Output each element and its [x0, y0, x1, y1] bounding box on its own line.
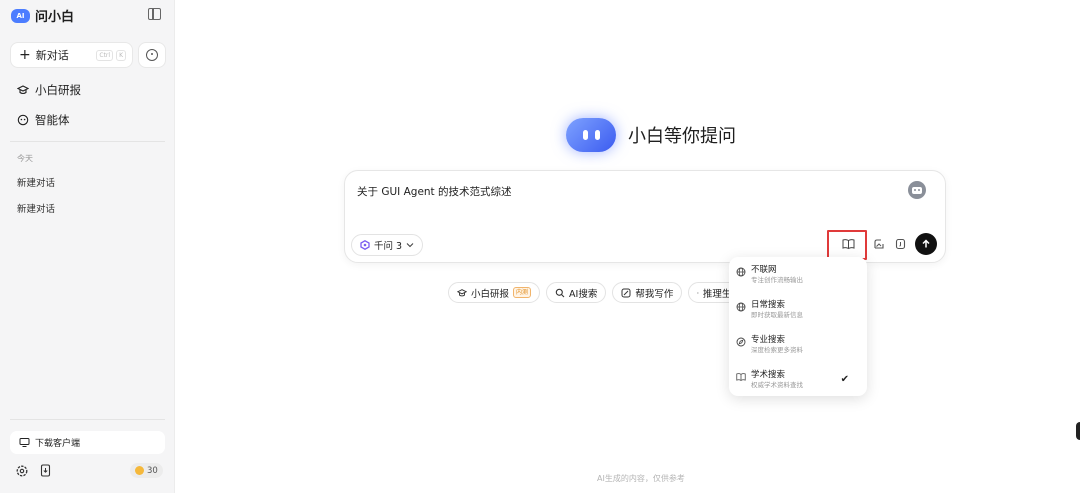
menu-item-pro-search[interactable]: 专业搜索 深度检索更多资料 [735, 334, 861, 364]
clock-icon [146, 49, 158, 61]
shortcut-hint: Ctrl K [96, 49, 126, 61]
menu-item-offline[interactable]: 不联网 专注创作流畅输出 [735, 264, 861, 294]
hero: 小白等你提问 [566, 118, 736, 152]
new-chat-label: 新对话 [35, 49, 69, 62]
sidebar-item-agents[interactable]: 智能体 [17, 112, 70, 128]
download-label: 下载客户端 [35, 439, 81, 449]
logo-icon: AI [11, 8, 30, 23]
coin-icon [135, 466, 144, 475]
menu-item-desc: 专注创作流畅输出 [751, 276, 803, 284]
agent-icon [17, 114, 29, 126]
hero-title: 小白等你提问 [628, 126, 736, 147]
collapse-sidebar-icon[interactable] [148, 8, 161, 20]
shortcut-key: Ctrl [96, 49, 114, 61]
pen-icon [621, 288, 631, 297]
history-item[interactable]: 新建对话 [17, 201, 55, 215]
sidebar-item-label: 小白研报 [35, 83, 81, 97]
menu-item-academic-search[interactable]: 学术搜索 权威学术资料查找 ✔ [735, 369, 861, 399]
divider [10, 419, 165, 420]
robot-icon [912, 186, 922, 194]
book-icon [736, 373, 746, 381]
search-icon [555, 288, 565, 297]
app-logo[interactable]: AI 问小白 [11, 6, 74, 25]
menu-item-desc: 权威学术资料查找 [751, 381, 803, 389]
history-button[interactable] [138, 42, 166, 68]
plus-icon: + [19, 47, 31, 63]
attach-file-button[interactable] [891, 235, 909, 253]
mortarboard-icon [457, 288, 467, 296]
download-client-button[interactable]: 下载客户端 [10, 431, 165, 454]
menu-item-title: 学术搜索 [751, 370, 786, 380]
compass-icon [736, 337, 746, 347]
history-item[interactable]: 新建对话 [17, 175, 55, 189]
book-icon [842, 239, 854, 250]
send-button[interactable] [915, 233, 937, 255]
disclaimer: AI生成的内容，仅供参考 [597, 474, 685, 483]
menu-item-desc: 深度检索更多资料 [751, 346, 803, 354]
chip-label: 帮我写作 [635, 288, 674, 300]
image-icon [874, 239, 884, 249]
sidebar-item-research[interactable]: 小白研报 [17, 82, 81, 98]
agent-avatar-button[interactable] [908, 181, 926, 199]
divider [10, 141, 165, 142]
image-upload-button[interactable] [870, 235, 888, 253]
sidebar: AI 问小白 + 新对话 Ctrl K 小白研报 智能体 今天 新建对话 新建对… [0, 0, 175, 493]
menu-item-daily-search[interactable]: 日常搜索 即时获取最新信息 [735, 299, 861, 329]
chevron-down-icon [406, 243, 414, 248]
model-selector[interactable]: 千问 3 [351, 234, 424, 256]
menu-item-desc: 即时获取最新信息 [751, 311, 803, 319]
app-name: 问小白 [35, 10, 75, 25]
search-mode-menu: 不联网 专注创作流畅输出 日常搜索 即时获取最新信息 专业搜索 深度检索更多资料… [729, 257, 867, 396]
sidebar-item-label: 智能体 [35, 113, 70, 127]
new-chat-button[interactable]: + 新对话 Ctrl K [10, 42, 133, 68]
search-mode-button[interactable] [839, 235, 857, 253]
chip-label: 小白研报 [471, 288, 510, 300]
prompt-box: 关于 GUI Agent 的技术范式综述 千问 3 [344, 170, 946, 263]
arrow-up-icon [922, 239, 930, 248]
mobile-icon[interactable] [39, 464, 52, 477]
file-icon [895, 238, 905, 250]
layers-icon [697, 291, 699, 294]
points-badge[interactable]: 30 [130, 463, 163, 478]
floating-handle[interactable] [1076, 422, 1080, 440]
history-section-label: 今天 [17, 154, 33, 163]
quick-actions: 小白研报 内测 AI搜索 帮我写作 推理生 [448, 282, 741, 303]
mascot-icon [566, 118, 616, 152]
beta-badge: 内测 [513, 287, 532, 298]
menu-item-title: 日常搜索 [751, 300, 786, 310]
menu-item-title: 不联网 [751, 265, 777, 275]
chip-label: 推理生 [702, 288, 732, 300]
chip-label: AI搜索 [569, 288, 598, 300]
globe-icon [736, 302, 746, 312]
monitor-download-icon [19, 438, 30, 447]
prompt-input[interactable]: 关于 GUI Agent 的技术范式综述 [357, 184, 512, 199]
model-label: 千问 3 [374, 241, 403, 252]
shortcut-key: K [116, 49, 126, 61]
mortarboard-icon [17, 84, 29, 96]
chip-writing[interactable]: 帮我写作 [612, 282, 683, 303]
settings-icon[interactable] [15, 464, 28, 477]
checkmark-icon: ✔ [840, 374, 849, 385]
chip-ai-search[interactable]: AI搜索 [546, 282, 607, 303]
model-logo-icon [360, 240, 370, 250]
points-value: 30 [147, 465, 158, 476]
globe-off-icon [736, 267, 746, 277]
menu-item-title: 专业搜索 [751, 335, 786, 345]
chip-research[interactable]: 小白研报 内测 [448, 282, 541, 303]
